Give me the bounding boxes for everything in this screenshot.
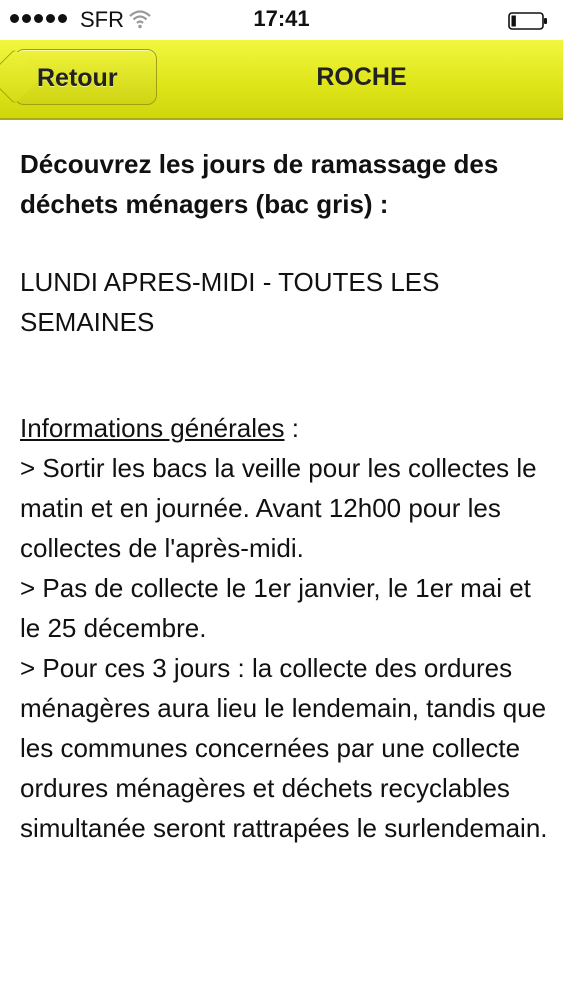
collection-heading: Découvrez les jours de ramassage des déc… (20, 149, 499, 219)
battery-icon (508, 12, 547, 30)
info-line: > Sortir les bacs la veille pour les col… (20, 453, 537, 563)
navigation-bar: Retour ROCHE (0, 40, 563, 120)
general-info-title-text: Informations générales (20, 413, 285, 443)
status-bar: SFR 17:41 (0, 0, 563, 40)
general-info-title: Informations générales : (20, 408, 548, 448)
page-title: ROCHE (316, 63, 407, 91)
info-line: > Pas de collecte le 1er janvier, le 1er… (20, 573, 531, 643)
info-line: > Pour ces 3 jours : la collecte des ord… (20, 653, 548, 843)
general-info-title-colon: : (284, 413, 299, 443)
status-time: 17:41 (253, 6, 310, 31)
main-content: Découvrez les jours de ramassage des déc… (20, 144, 548, 848)
collection-schedule: LUNDI APRES-MIDI - TOUTES LES SEMAINES (20, 267, 440, 337)
